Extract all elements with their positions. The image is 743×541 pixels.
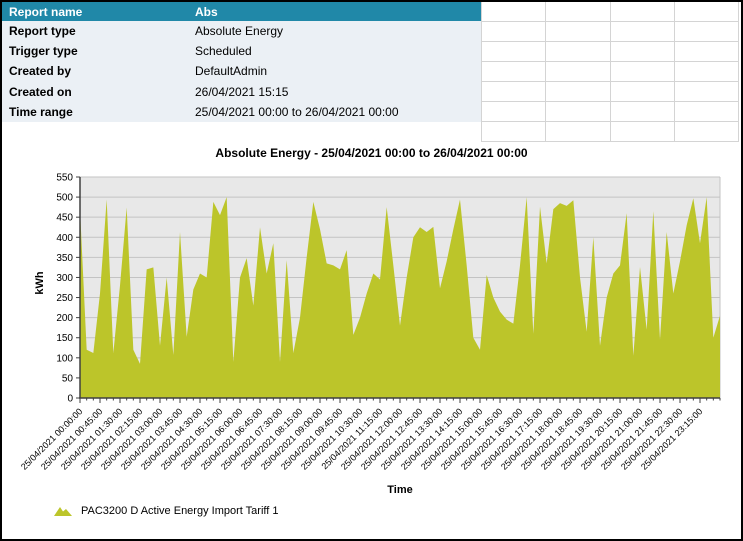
area-series-icon	[53, 505, 74, 517]
spreadsheet-cell[interactable]	[675, 42, 739, 62]
spreadsheet-cell[interactable]	[675, 122, 739, 142]
report-field-label: Report name	[2, 5, 195, 19]
report-row-time-range: Time range 25/04/2021 00:00 to 26/04/202…	[2, 102, 481, 122]
spreadsheet-cell[interactable]	[546, 122, 610, 142]
spreadsheet-cell[interactable]	[546, 82, 610, 102]
report-field-label: Created on	[2, 85, 195, 99]
report-field-label: Created by	[2, 64, 195, 78]
spreadsheet-cell[interactable]	[611, 42, 675, 62]
energy-area-chart: 05010015020025030035040045050055025/04/2…	[2, 160, 741, 539]
svg-text:50: 50	[62, 373, 74, 384]
spreadsheet-cell[interactable]	[611, 122, 675, 142]
spreadsheet-cell[interactable]	[482, 62, 546, 82]
spreadsheet-cell[interactable]	[675, 82, 739, 102]
spreadsheet-cell[interactable]	[611, 102, 675, 122]
report-row-trigger: Trigger type Scheduled	[2, 41, 481, 61]
svg-text:100: 100	[56, 353, 73, 364]
report-field-value: Scheduled	[195, 44, 481, 58]
chart-legend: PAC3200 D Active Energy Import Tariff 1	[53, 505, 278, 517]
report-table: Report name Abs Report type Absolute Ene…	[2, 2, 481, 122]
chart-title: Absolute Energy - 25/04/2021 00:00 to 26…	[2, 146, 741, 160]
report-field-label: Trigger type	[2, 44, 195, 58]
spreadsheet-cell[interactable]	[482, 2, 546, 22]
spreadsheet-cell[interactable]	[675, 62, 739, 82]
spreadsheet-cell[interactable]	[482, 122, 546, 142]
report-row-created-on: Created on 26/04/2021 15:15	[2, 82, 481, 102]
svg-text:500: 500	[56, 193, 73, 204]
report-row-created-by: Created by DefaultAdmin	[2, 61, 481, 81]
report-row-type: Report type Absolute Energy	[2, 21, 481, 41]
spreadsheet-cell[interactable]	[546, 22, 610, 42]
report-field-label: Time range	[2, 105, 195, 119]
svg-text:350: 350	[56, 253, 73, 264]
svg-text:250: 250	[56, 293, 73, 304]
spreadsheet-cell[interactable]	[482, 22, 546, 42]
spreadsheet-cell[interactable]	[546, 62, 610, 82]
svg-text:300: 300	[56, 273, 73, 284]
spreadsheet-cell[interactable]	[546, 102, 610, 122]
y-axis-title: kWh	[34, 253, 46, 313]
spreadsheet-cell[interactable]	[675, 102, 739, 122]
spreadsheet-cell[interactable]	[482, 102, 546, 122]
spreadsheet-cell[interactable]	[611, 22, 675, 42]
svg-text:550: 550	[56, 173, 73, 184]
svg-text:450: 450	[56, 213, 73, 224]
x-axis-title: Time	[80, 484, 720, 496]
spreadsheet-cell[interactable]	[675, 2, 739, 22]
report-field-value: Absolute Energy	[195, 24, 481, 38]
svg-text:400: 400	[56, 233, 73, 244]
svg-text:150: 150	[56, 333, 73, 344]
report-field-value: 25/04/2021 00:00 to 26/04/2021 00:00	[195, 105, 481, 119]
spreadsheet-cell[interactable]	[675, 22, 739, 42]
report-table-header-row: Report name Abs	[2, 2, 481, 21]
report-field-value: 26/04/2021 15:15	[195, 85, 481, 99]
spreadsheet-grid	[481, 2, 739, 142]
spreadsheet-cell[interactable]	[611, 62, 675, 82]
svg-text:0: 0	[67, 394, 73, 405]
report-field-label: Report type	[2, 24, 195, 38]
report-field-value: DefaultAdmin	[195, 64, 481, 78]
spreadsheet-cell[interactable]	[482, 42, 546, 62]
spreadsheet-cell[interactable]	[482, 82, 546, 102]
spreadsheet-cell[interactable]	[611, 82, 675, 102]
spreadsheet-cell[interactable]	[546, 2, 610, 22]
legend-label: PAC3200 D Active Energy Import Tariff 1	[81, 505, 278, 517]
spreadsheet-cell[interactable]	[546, 42, 610, 62]
report-field-value: Abs	[195, 5, 481, 19]
spreadsheet-cell[interactable]	[611, 2, 675, 22]
svg-text:200: 200	[56, 313, 73, 324]
